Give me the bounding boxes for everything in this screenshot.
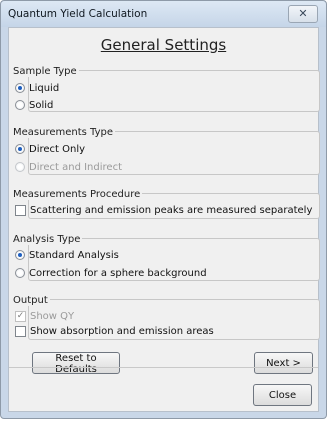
close-icon[interactable]: ✕ [288, 5, 318, 23]
radio-direct-and-indirect: Direct and Indirect [15, 160, 122, 174]
radio-solid[interactable]: Solid [15, 98, 53, 112]
radio-button-icon[interactable] [15, 250, 25, 260]
measurements-type-group: Measurements Type Direct Only Direct and… [13, 127, 320, 175]
checkbox-show-areas[interactable]: Show absorption and emission areas [15, 324, 214, 338]
sample-type-label: Sample Type [13, 66, 79, 77]
title-bar[interactable]: Quantum Yield Calculation ✕ [1, 1, 326, 27]
radio-sphere-background-label: Correction for a sphere background [29, 267, 207, 279]
radio-sphere-background[interactable]: Correction for a sphere background [15, 266, 207, 280]
checkbox-show-qy: ✓ Show QY [15, 309, 74, 323]
dialog-window: Quantum Yield Calculation ✕ General Sett… [0, 0, 327, 419]
checkbox-scattering-separately[interactable]: Scattering and emission peaks are measur… [15, 203, 312, 217]
radio-button-icon[interactable] [15, 144, 25, 154]
measurements-type-label: Measurements Type [13, 127, 116, 138]
window-title: Quantum Yield Calculation [8, 8, 148, 20]
next-button[interactable]: Next > [254, 352, 313, 374]
radio-button-icon[interactable] [15, 100, 25, 110]
output-label: Output [13, 295, 50, 306]
sample-type-group: Sample Type Liquid Solid [13, 66, 320, 112]
checkbox-icon[interactable] [15, 204, 26, 216]
radio-direct-only[interactable]: Direct Only [15, 142, 85, 156]
radio-button-icon[interactable] [15, 83, 25, 93]
check-icon: ✓ [15, 310, 26, 322]
checkbox-scattering-label: Scattering and emission peaks are measur… [30, 204, 313, 216]
measurements-procedure-label: Measurements Procedure [13, 189, 143, 200]
radio-direct-only-label: Direct Only [29, 143, 86, 155]
output-group: Output ✓ Show QY Show absorption and emi… [13, 295, 320, 340]
checkbox-icon[interactable] [15, 325, 26, 337]
analysis-type-label: Analysis Type [13, 234, 83, 245]
reset-to-defaults-button[interactable]: Reset to Defaults [32, 352, 120, 375]
checkbox-show-areas-label: Show absorption and emission areas [30, 325, 214, 337]
analysis-type-group: Analysis Type Standard Analysis Correcti… [13, 234, 320, 281]
measurements-procedure-group: Measurements Procedure Scattering and em… [13, 189, 320, 219]
radio-liquid[interactable]: Liquid [15, 81, 59, 95]
radio-button-icon [15, 162, 25, 172]
dialog-body: General Settings Sample Type Liquid Soli… [8, 27, 320, 412]
radio-solid-label: Solid [29, 99, 54, 111]
checkbox-show-qy-label: Show QY [30, 310, 75, 322]
radio-standard-analysis[interactable]: Standard Analysis [15, 248, 119, 262]
page-title: General Settings [100, 36, 227, 54]
radio-liquid-label: Liquid [29, 82, 60, 94]
radio-button-icon[interactable] [15, 268, 25, 278]
divider [9, 367, 318, 368]
close-button[interactable]: Close [253, 384, 312, 406]
radio-direct-and-indirect-label: Direct and Indirect [29, 161, 122, 173]
radio-standard-analysis-label: Standard Analysis [29, 249, 119, 261]
